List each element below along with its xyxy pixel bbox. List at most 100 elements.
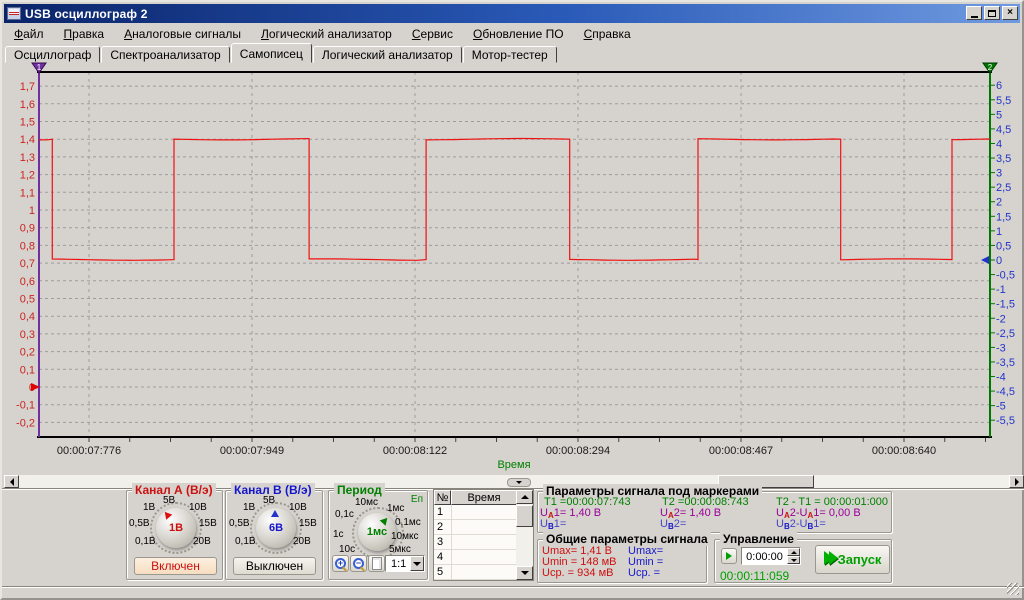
scale-ratio-dropdown[interactable]: 1:1 xyxy=(385,555,425,572)
svg-text:-3,5: -3,5 xyxy=(996,357,1015,369)
scroll-up-button[interactable] xyxy=(516,490,533,504)
table-header-number[interactable]: № xyxy=(434,490,451,505)
table-row[interactable]: 3 xyxy=(434,535,517,550)
svg-text:0,5: 0,5 xyxy=(996,240,1011,252)
menu-edit[interactable]: Правка xyxy=(54,25,115,43)
timer-spinbox[interactable]: 0:00:00 xyxy=(741,547,801,565)
arrow-down-icon xyxy=(521,571,529,575)
scroll-down-button[interactable] xyxy=(516,566,533,580)
zoom-out-button[interactable]: − xyxy=(350,555,367,572)
play-button[interactable] xyxy=(721,548,737,564)
table-collapse-button[interactable] xyxy=(507,478,531,487)
ub2-value: UB2= xyxy=(660,519,686,532)
period-title: Период xyxy=(334,483,385,497)
svg-text:0,2: 0,2 xyxy=(20,347,35,359)
arrow-left-icon xyxy=(10,478,14,486)
scale-label: 0,1с xyxy=(335,509,354,520)
spinner-up-button[interactable] xyxy=(787,548,800,556)
scale-label: 1В xyxy=(243,502,255,513)
scale-label: 5В xyxy=(163,495,175,506)
scrollbar-thumb[interactable] xyxy=(516,505,533,527)
svg-text:-4: -4 xyxy=(996,372,1006,384)
divider xyxy=(2,586,1024,588)
tab-motor-tester[interactable]: Мотор-тестер xyxy=(463,46,557,63)
tab-recorder[interactable]: Самописец xyxy=(231,43,312,63)
table-row[interactable]: 4 xyxy=(434,550,517,565)
timer-value: 0:00:00 xyxy=(742,548,787,564)
svg-text:00:00:08:122: 00:00:08:122 xyxy=(383,445,447,457)
knob-pointer-icon xyxy=(271,510,279,517)
arrow-up-icon xyxy=(521,495,529,499)
arrow-down-icon xyxy=(791,559,797,562)
double-arrow-icon xyxy=(824,551,834,568)
svg-text:-2,5: -2,5 xyxy=(996,328,1015,340)
app-window: USB осциллограф 2 × Файл Правка Аналогов… xyxy=(0,0,1024,600)
title-bar[interactable]: USB осциллограф 2 × xyxy=(4,4,1020,23)
svg-text:00:00:08:640: 00:00:08:640 xyxy=(872,445,936,457)
close-button[interactable]: × xyxy=(1002,6,1018,20)
table-header-time[interactable]: Время xyxy=(451,490,517,505)
start-button[interactable]: Запуск xyxy=(815,545,890,574)
table-row[interactable]: 1 xyxy=(434,505,517,520)
channel-b-power-button[interactable]: Выключен xyxy=(233,557,316,575)
minimize-button[interactable] xyxy=(966,6,982,20)
knob-pointer-icon xyxy=(162,509,173,520)
svg-text:0,6: 0,6 xyxy=(20,276,35,288)
minimize-icon xyxy=(971,16,978,18)
svg-text:4,5: 4,5 xyxy=(996,124,1011,136)
svg-text:1,4: 1,4 xyxy=(20,134,35,146)
svg-text:00:00:08:467: 00:00:08:467 xyxy=(709,445,773,457)
maximize-icon xyxy=(988,10,996,17)
channel-a-gain-value: 1В xyxy=(169,522,183,534)
menu-software-update[interactable]: Обновление ПО xyxy=(463,25,574,43)
ub1-value: UB1= xyxy=(540,519,566,532)
channel-b-gain-knob[interactable]: 6В xyxy=(256,508,296,548)
resize-grip[interactable] xyxy=(1007,583,1019,595)
svg-text:5: 5 xyxy=(996,109,1002,121)
ub2-minus-ub1-value: UB2-UB1= xyxy=(776,519,826,532)
marker-parameters-panel: Параметры сигнала под маркерами T1 =00:0… xyxy=(537,491,892,533)
control-panel: Управление 0:00:00 00:00:11:059 Запуск xyxy=(714,539,892,583)
scale-ratio-value: 1:1 xyxy=(386,556,410,571)
period-mode-label: Еп xyxy=(411,494,423,505)
scroll-left-button[interactable] xyxy=(4,475,19,488)
menu-service[interactable]: Сервис xyxy=(402,25,463,43)
tab-spectrum-analyzer[interactable]: Спектроанализатор xyxy=(101,46,229,63)
menu-file[interactable]: Файл xyxy=(4,25,54,43)
table-row[interactable]: 2 xyxy=(434,520,517,535)
svg-text:6: 6 xyxy=(996,80,1002,92)
zoom-in-button[interactable]: + xyxy=(332,555,349,572)
menu-logic-analyzer[interactable]: Логический анализатор xyxy=(251,25,402,43)
maximize-button[interactable] xyxy=(984,6,1000,20)
svg-text:5,5: 5,5 xyxy=(996,95,1011,107)
scale-label: 10мс xyxy=(355,497,378,508)
dropdown-button[interactable] xyxy=(410,556,424,571)
menu-help[interactable]: Справка xyxy=(574,25,641,43)
tab-logic-analyzer[interactable]: Логический анализатор xyxy=(313,46,462,63)
table-row[interactable]: 5 xyxy=(434,565,517,580)
scale-label: 0,1В xyxy=(235,536,256,547)
table-vscrollbar[interactable] xyxy=(516,490,533,580)
svg-text:-4,5: -4,5 xyxy=(996,386,1015,398)
new-page-button[interactable] xyxy=(368,555,385,572)
menu-analog-signals[interactable]: Аналоговые сигналы xyxy=(114,25,251,43)
recording-table: № Время 1 2 3 4 5 xyxy=(433,489,534,581)
scale-label: 5В xyxy=(263,495,275,506)
channel-a-power-button[interactable]: Включен xyxy=(134,557,217,575)
channel-a-group: Канал А (В/э) 5В 10В 15В 20В 0,1В 0,5В 1… xyxy=(126,490,223,580)
svg-text:-0,1: -0,1 xyxy=(16,400,35,412)
x-axis-title: Время xyxy=(497,459,530,471)
scale-label: 1с xyxy=(333,529,344,540)
svg-text:0,1: 0,1 xyxy=(20,364,35,376)
channel-a-gain-knob[interactable]: 1В xyxy=(156,508,196,548)
svg-text:0,8: 0,8 xyxy=(20,240,35,252)
svg-text:1,5: 1,5 xyxy=(20,117,35,129)
channel-b-gain-value: 6В xyxy=(269,522,283,534)
period-group: Период Еп 10мс 1мс 0,1мс 10мкс 5мкс 10с … xyxy=(328,490,428,580)
tab-oscilloscope[interactable]: Осциллограф xyxy=(5,46,100,63)
spinner-down-button[interactable] xyxy=(787,556,800,564)
arrow-up-icon xyxy=(791,551,797,554)
scale-label: 20В xyxy=(193,536,211,547)
scroll-right-button[interactable] xyxy=(1009,475,1024,488)
zoom-out-icon: − xyxy=(353,558,364,569)
